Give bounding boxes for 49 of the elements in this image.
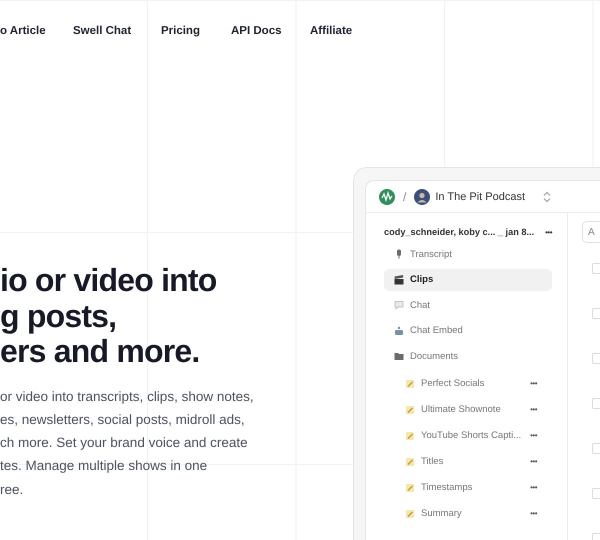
wave-logo-icon [379, 188, 395, 204]
document-item[interactable]: Perfect Socials [421, 378, 530, 389]
checkbox[interactable] [592, 398, 600, 409]
more-menu[interactable]: ••• [530, 405, 537, 414]
note-icon [405, 378, 415, 388]
nav-link[interactable]: o Article [0, 25, 73, 37]
checkbox[interactable] [592, 443, 600, 454]
nav-link[interactable]: Swell Chat [73, 25, 161, 37]
hero-description: or video into transcripts, clips, show notes, es, newsletters, social posts, midroll ads, ch more. Set your brand voice and create tes. Manage multiple shows in one ree. [0, 388, 255, 499]
clapperboard-icon [394, 274, 404, 284]
note-icon [405, 430, 415, 440]
nav-link[interactable]: Affiliate [310, 25, 352, 37]
note-icon [405, 482, 415, 492]
more-menu[interactable]: ••• [530, 483, 537, 492]
document-item[interactable]: Ultimate Shownote [421, 404, 530, 415]
checkbox[interactable] [592, 353, 600, 364]
more-menu[interactable]: ••• [545, 228, 552, 236]
more-menu[interactable]: ••• [530, 457, 537, 466]
folder-icon [394, 351, 404, 361]
document-item[interactable]: Timestamps [421, 482, 530, 493]
checkbox[interactable] [592, 263, 600, 274]
podcast-selector[interactable]: In The Pit Podcast [435, 190, 526, 202]
document-item[interactable]: Summary [421, 508, 530, 519]
sidebar-item[interactable]: Documents [384, 345, 552, 367]
document-item[interactable]: YouTube Shorts Capti... [421, 430, 530, 441]
checkbox[interactable] [592, 488, 600, 499]
more-menu[interactable]: ••• [530, 431, 537, 440]
sidebar-item[interactable]: Clips [384, 268, 552, 290]
hero-heading: io or video into g posts, ers and more. [0, 263, 218, 370]
note-icon [405, 508, 415, 518]
more-menu[interactable]: ••• [530, 379, 537, 388]
input-field[interactable]: A [582, 221, 600, 243]
sidebar-item[interactable]: Transcript [384, 243, 552, 265]
document-item[interactable]: Titles [421, 456, 530, 467]
chevron-updown-icon[interactable] [543, 190, 552, 202]
note-icon [405, 404, 415, 414]
more-menu[interactable]: ••• [530, 509, 537, 518]
note-icon [405, 456, 415, 466]
microphone-icon [394, 249, 404, 259]
nav-link[interactable]: Pricing [161, 25, 231, 37]
sidebar-item[interactable]: Chat Embed [384, 320, 552, 342]
speech-bubble-icon [394, 300, 404, 310]
episode-title: cody_schneider, koby c... _ jan 8... [384, 227, 534, 237]
nav-link[interactable]: API Docs [231, 25, 310, 37]
sidebar-item[interactable]: Chat [384, 294, 552, 316]
avatar-icon [414, 188, 430, 204]
breadcrumb-separator: / [403, 190, 406, 204]
robot-icon [394, 326, 404, 336]
checkbox[interactable] [592, 308, 600, 319]
